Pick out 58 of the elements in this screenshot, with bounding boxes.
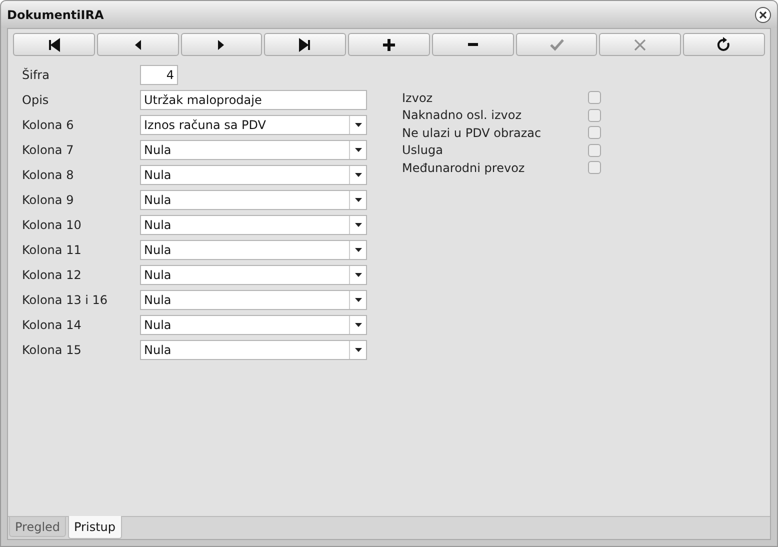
dropdown[interactable]: Nula bbox=[140, 214, 367, 234]
dropdown-arrow-icon bbox=[354, 148, 362, 152]
dropdown-arrow-icon bbox=[354, 248, 362, 252]
field-label: Kolona 15 bbox=[22, 342, 82, 358]
dropdown-arrow-icon bbox=[354, 298, 362, 302]
field-label: Kolona 9 bbox=[22, 192, 75, 208]
field-label: Opis bbox=[22, 92, 50, 108]
dropdown-arrow-icon bbox=[354, 122, 362, 126]
checkbox[interactable] bbox=[588, 91, 601, 104]
field-label: Kolona 7 bbox=[22, 142, 75, 158]
checkbox[interactable] bbox=[588, 126, 601, 140]
text-field[interactable]: Utržak maloprodaje bbox=[140, 90, 367, 110]
checkbox-label: Međunarodni prevoz bbox=[402, 160, 526, 177]
dropdown-arrow-icon bbox=[354, 198, 362, 202]
field-label: Kolona 8 bbox=[22, 166, 75, 184]
dropdown[interactable]: Nula bbox=[140, 290, 367, 310]
tab[interactable]: Pregled bbox=[9, 517, 66, 537]
dropdown-arrow-icon bbox=[354, 172, 362, 176]
checkmark-icon bbox=[548, 36, 565, 52]
dropdown-arrow-icon bbox=[354, 322, 362, 326]
dropdown[interactable]: Iznos računa sa PDV bbox=[140, 114, 367, 134]
minus-icon bbox=[468, 43, 478, 46]
tab[interactable]: Pristup bbox=[68, 516, 122, 539]
checkbox-label: Izvoz bbox=[402, 90, 434, 107]
dropdown[interactable]: Nula bbox=[140, 190, 367, 210]
field-label: Kolona 13 i 16 bbox=[22, 292, 109, 308]
refresh-icon bbox=[716, 36, 732, 52]
dropdown[interactable]: Nula bbox=[140, 340, 367, 360]
checkbox-label: Ne ulazi u PDV obrazac bbox=[402, 124, 542, 142]
dropdown-arrow-icon bbox=[354, 222, 362, 226]
close-icon bbox=[759, 10, 767, 18]
close-button[interactable] bbox=[755, 6, 771, 22]
field-label: Kolona 10 bbox=[22, 216, 82, 234]
checkbox[interactable] bbox=[588, 144, 601, 157]
checkbox[interactable] bbox=[588, 161, 601, 174]
toolbar-button[interactable] bbox=[683, 33, 766, 56]
field-label: Kolona 12 bbox=[22, 266, 82, 284]
toolbar-button[interactable] bbox=[264, 33, 346, 56]
number-field[interactable]: 4 bbox=[140, 64, 178, 84]
field-label: Šifra bbox=[22, 66, 50, 84]
dropdown[interactable]: Nula bbox=[140, 240, 367, 260]
field-label: Kolona 14 bbox=[22, 316, 82, 334]
plus-icon bbox=[381, 36, 398, 52]
checkbox[interactable] bbox=[588, 108, 601, 122]
dropdown-arrow-icon bbox=[354, 348, 362, 352]
checkbox-label: Usluga bbox=[402, 142, 444, 160]
toolbar-button[interactable] bbox=[13, 33, 95, 56]
dropdown[interactable]: Nula bbox=[140, 264, 367, 284]
dropdown[interactable]: Nula bbox=[140, 314, 367, 334]
window-title: DokumentiIRA bbox=[7, 6, 104, 24]
toolbar-button[interactable] bbox=[348, 33, 430, 56]
close-icon bbox=[632, 36, 648, 52]
field-label: Kolona 11 bbox=[22, 242, 82, 258]
dropdown[interactable]: Nula bbox=[140, 140, 367, 160]
field-label: Kolona 6 bbox=[22, 116, 75, 134]
dropdown[interactable]: Nula bbox=[140, 164, 367, 184]
checkbox-label: Naknadno osl. izvoz bbox=[402, 107, 523, 124]
dropdown-arrow-icon bbox=[354, 272, 362, 276]
